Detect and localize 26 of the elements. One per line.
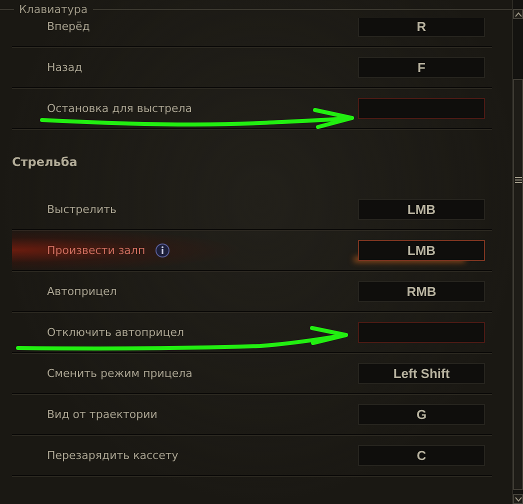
key-field[interactable] [358, 98, 485, 118]
binding-label: Автоприцел [47, 284, 117, 298]
key-field[interactable]: LMB [358, 240, 485, 260]
key-field[interactable]: LMB [358, 198, 485, 220]
key-field[interactable]: G [358, 404, 485, 424]
binding-label: Перезарядить кассету [47, 448, 178, 462]
group-legend: Клавиатура [14, 3, 93, 17]
key-field[interactable]: RMB [358, 280, 485, 302]
key-field[interactable]: C [358, 444, 485, 466]
info-icon[interactable] [155, 242, 170, 258]
scroll-thumb[interactable] [513, 79, 523, 490]
binding-label: Отключить автоприцел [47, 326, 184, 338]
binding-label: Остановка для выстрела [47, 102, 192, 114]
binding-label: Вперёд [47, 20, 90, 32]
scroll-up-button[interactable] [513, 9, 523, 19]
section-title: Стрельба [12, 154, 78, 171]
key-field[interactable] [358, 322, 485, 342]
binding-label: Произвести залп [47, 244, 146, 256]
key-field[interactable]: R [358, 18, 485, 36]
binding-label: Вид от траектории [47, 408, 158, 420]
key-field[interactable]: F [358, 56, 485, 78]
binding-label: Сменить режим прицела [47, 366, 192, 380]
binding-label: Выстрелить [47, 202, 117, 216]
binding-label: Назад [47, 60, 82, 74]
key-field[interactable]: Left Shift [358, 362, 485, 384]
scroll-down-button[interactable] [513, 494, 523, 504]
